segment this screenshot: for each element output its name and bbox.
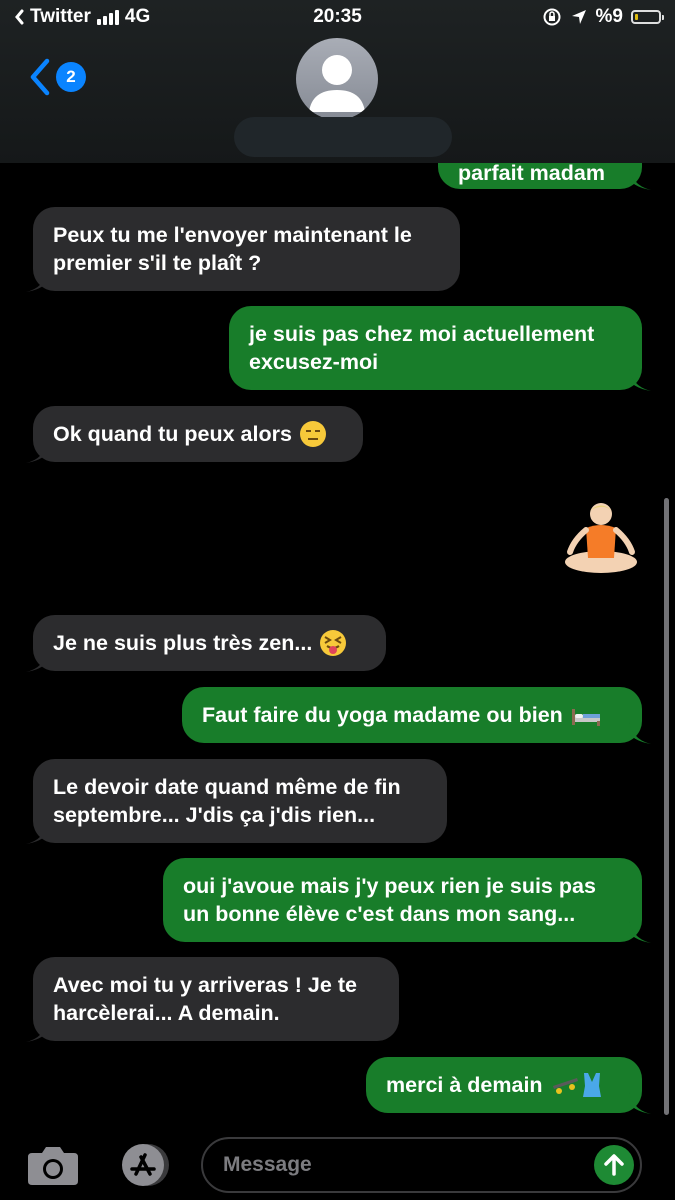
back-button[interactable]: 2 [28, 58, 86, 96]
app-store-icon[interactable] [114, 1141, 174, 1189]
message-text: je suis pas chez moi actuellement excuse… [249, 320, 594, 376]
message-line: oui j'avoue mais j'y peux rien je suis p… [183, 874, 596, 898]
screen-lock-rotation-icon [543, 8, 561, 26]
message-thread[interactable]: parfait madam Peux tu me l'envoyer maint… [0, 0, 675, 1130]
message-text: merci à demain [386, 1073, 543, 1097]
send-button[interactable] [594, 1145, 634, 1185]
battery-level-fill [635, 14, 638, 20]
bed-emoji [571, 703, 601, 727]
message-line: Peux tu me l'envoyer maintenant le [53, 223, 412, 247]
location-arrow-icon [571, 10, 586, 24]
status-bar: Twitter 4G 20:35 %9 [0, 0, 675, 34]
message-line: premier s'il te plaît ? [53, 251, 262, 275]
message-line: Avec moi tu y arriveras ! Je te [53, 973, 357, 997]
message-text: Le devoir date quand même de fin septemb… [53, 773, 401, 829]
conversation-header: Twitter 4G 20:35 %9 2 [0, 0, 675, 163]
outgoing-message[interactable]: je suis pas chez moi actuellement excuse… [229, 306, 651, 391]
one-piece-swimsuit-emoji [581, 1072, 603, 1098]
squinting-face-with-tongue-emoji [320, 630, 347, 656]
message-text: Peux tu me l'envoyer maintenant le premi… [53, 221, 412, 277]
message-line: harcèlerai... A demain. [53, 1001, 280, 1025]
clock: 20:35 [313, 6, 362, 27]
person-silhouette-icon [309, 55, 365, 112]
incoming-message[interactable]: Je ne suis plus très zen... [26, 615, 386, 672]
incoming-message[interactable]: Le devoir date quand même de fin septemb… [26, 759, 447, 844]
message-text: Faut faire du yoga madame ou bien [202, 703, 563, 727]
incoming-message[interactable]: Avec moi tu y arriveras ! Je te harcèler… [26, 957, 399, 1042]
outgoing-message[interactable]: oui j'avoue mais j'y peux rien je suis p… [163, 858, 651, 943]
message-text: oui j'avoue mais j'y peux rien je suis p… [183, 872, 596, 928]
expressionless-face-emoji [299, 421, 326, 447]
arrow-up-icon [604, 1154, 624, 1176]
message-input[interactable]: Message [201, 1137, 642, 1193]
message-line: un bonne élève c'est dans mon sang... [183, 902, 576, 926]
unread-count-badge: 2 [56, 62, 86, 92]
message-placeholder: Message [223, 1153, 312, 1176]
incoming-message[interactable]: Ok quand tu peux alors [26, 406, 363, 463]
message-line: septembre... J'dis ça j'dis rien... [53, 803, 376, 827]
skateboard-emoji [551, 1074, 579, 1096]
contact-avatar[interactable] [296, 38, 378, 120]
battery-percent: %9 [595, 6, 623, 27]
battery-icon [631, 10, 664, 24]
contact-name-button[interactable] [234, 117, 452, 157]
message-text: Je ne suis plus très zen... [53, 631, 313, 655]
message-line: Le devoir date quand même de fin [53, 775, 401, 799]
chevron-left-icon [30, 58, 50, 96]
camera-icon[interactable] [26, 1141, 80, 1189]
outgoing-message[interactable]: merci à demain [366, 1057, 651, 1114]
message-text: Ok quand tu peux alors [53, 422, 292, 446]
message-text: parfait madam [458, 161, 605, 185]
outgoing-message[interactable]: Faut faire du yoga madame ou bien [182, 687, 651, 744]
person-in-lotus-position-emoji[interactable] [562, 500, 640, 576]
message-text: Avec moi tu y arriveras ! Je te harcèler… [53, 971, 357, 1027]
message-line: excusez-moi [249, 350, 379, 374]
scrollbar[interactable] [664, 498, 669, 1115]
incoming-message[interactable]: Peux tu me l'envoyer maintenant le premi… [26, 207, 460, 292]
message-line: je suis pas chez moi actuellement [249, 322, 595, 346]
